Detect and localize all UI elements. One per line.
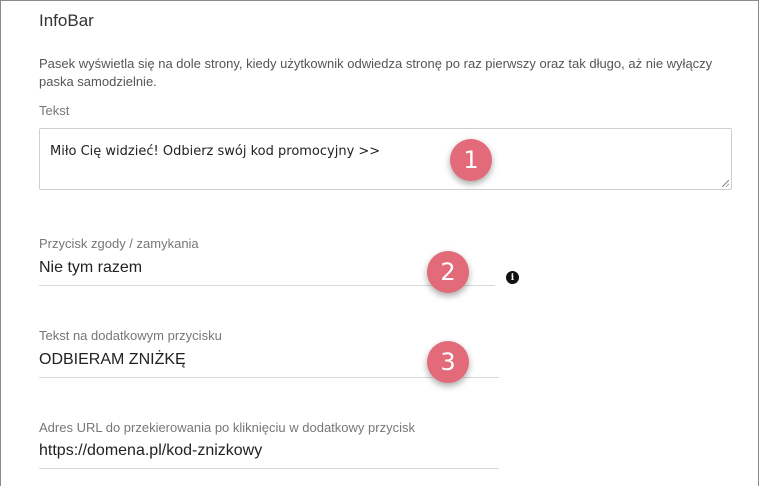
redirect-url-field-label: Adres URL do przekierowania po kliknięci…: [39, 420, 415, 435]
annotation-badge-3: 3: [427, 341, 469, 383]
info-icon[interactable]: i: [506, 271, 519, 284]
extra-button-text-value: ODBIERAM ZNIŻKĘ: [39, 351, 186, 368]
annotation-badge-1: 1: [450, 139, 492, 181]
section-description: Pasek wyświetla się na dole strony, kied…: [39, 56, 713, 89]
close-button-field-label: Przycisk zgody / zamykania: [39, 236, 199, 251]
text-field-label: Tekst: [39, 103, 70, 118]
annotation-badge-2: 2: [427, 251, 469, 293]
annotation-badge-1-number: 1: [463, 146, 479, 174]
info-icon-glyph: i: [510, 272, 515, 283]
resize-handle[interactable]: [722, 180, 729, 187]
annotation-badge-3-number: 3: [440, 348, 456, 376]
annotation-badge-2-number: 2: [440, 258, 456, 286]
text-textarea-value: Miło Cię widzieć! Odbierz swój kod promo…: [50, 144, 381, 159]
redirect-url-value: https://domena.pl/kod-znizkowy: [39, 442, 263, 459]
extra-button-field-label: Tekst na dodatkowym przycisku: [39, 328, 222, 343]
text-textarea[interactable]: Miło Cię widzieć! Odbierz swój kod promo…: [39, 128, 732, 190]
infobar-settings-panel: InfoBar Pasek wyświetla się na dole stro…: [0, 0, 759, 486]
redirect-url-input[interactable]: https://domena.pl/kod-znizkowy: [39, 440, 499, 469]
close-button-text-value: Nie tym razem: [39, 259, 143, 276]
section-title: InfoBar: [39, 11, 94, 30]
